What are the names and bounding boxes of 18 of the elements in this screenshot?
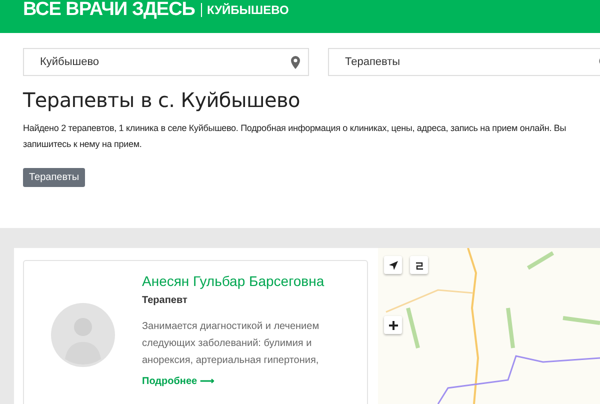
city-name: КУЙБЫШЕВО xyxy=(200,2,289,16)
specialty-tag[interactable]: Терапевты xyxy=(23,168,86,187)
arrow-icon xyxy=(388,260,398,270)
zoom-in-button[interactable] xyxy=(384,316,402,334)
location-field[interactable]: Куйбышево xyxy=(23,48,309,76)
specialty-field[interactable]: Терапевты xyxy=(328,48,600,76)
more-link[interactable]: Подробнее ⟶ xyxy=(142,375,332,387)
doctor-specialty: Терапевт xyxy=(142,295,188,306)
route-button[interactable] xyxy=(410,256,428,274)
doctor-name[interactable]: Анесян Гульбар Барсеговна xyxy=(142,273,332,289)
doctor-avatar xyxy=(51,303,115,367)
description-text: Найдено 2 терапевтов, 1 клиника в селе Куйбышево. Подробная информация о клиниках, цены, адреса, запись на прием онлайн. Вы запишитесь к нему на прием. xyxy=(23,122,568,151)
map-pin-icon xyxy=(291,56,300,69)
site-logo: ВСЕ ВРАЧИ ЗДЕСЬ xyxy=(23,0,195,20)
doctor-description: Занимается диагностикой и лечением следующих заболеваний: булимия и анорексия, артериальная гипертония, xyxy=(142,320,320,368)
plus-icon xyxy=(388,320,398,330)
page-title: Терапевты в с. Куйбышево xyxy=(23,88,301,112)
locate-button[interactable] xyxy=(384,256,402,274)
